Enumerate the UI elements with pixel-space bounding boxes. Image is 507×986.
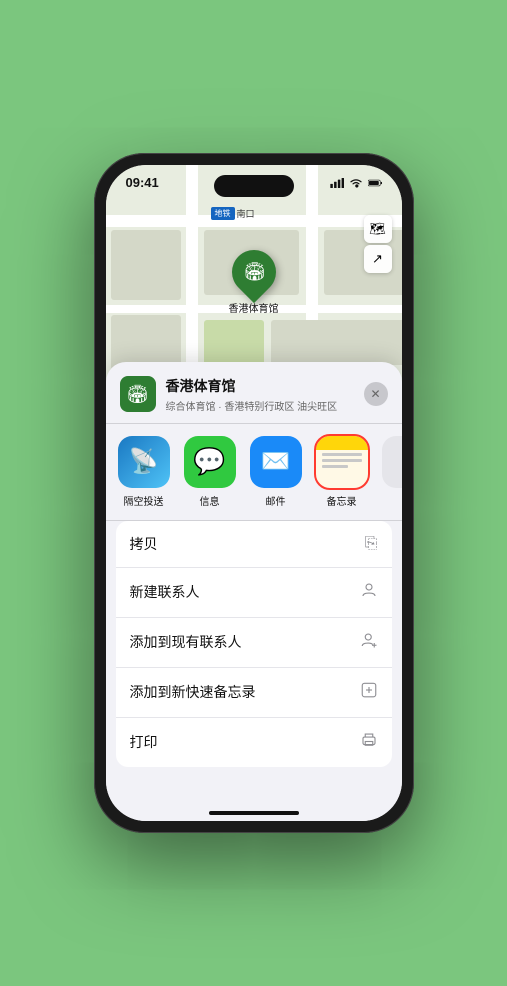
notes-lines bbox=[316, 450, 368, 471]
notes-top-bar bbox=[316, 436, 368, 450]
add-existing-icon bbox=[360, 631, 378, 654]
more-icon-wrap bbox=[382, 436, 402, 488]
mail-icon: ✉️ bbox=[261, 447, 291, 476]
venue-name: 香港体育馆 bbox=[166, 376, 354, 396]
mail-icon-wrap: ✉️ bbox=[250, 436, 302, 488]
action-copy[interactable]: 拷贝 ⎘ bbox=[116, 521, 392, 568]
messages-icon-wrap: 💬 bbox=[184, 436, 236, 488]
map-block-1 bbox=[111, 230, 181, 300]
notes-line-2 bbox=[322, 459, 362, 462]
pin-circle: 🏟 bbox=[222, 241, 284, 303]
print-label: 打印 bbox=[130, 732, 158, 752]
bottom-sheet: 🏟 香港体育馆 综合体育馆 · 香港特别行政区 油尖旺区 ✕ 📡 隔空投送 bbox=[106, 362, 402, 821]
new-contact-label: 新建联系人 bbox=[130, 582, 200, 602]
map-controls: 🗺 ↗ bbox=[364, 215, 392, 273]
home-indicator bbox=[209, 811, 299, 815]
messages-label: 信息 bbox=[200, 493, 220, 508]
notes-label: 备忘录 bbox=[327, 493, 357, 508]
status-icons bbox=[330, 178, 382, 188]
map-block-5 bbox=[271, 320, 402, 365]
venue-subtitle: 综合体育馆 · 香港特别行政区 油尖旺区 bbox=[166, 398, 354, 413]
phone-frame: 09:41 bbox=[94, 153, 414, 833]
notes-icon-wrap bbox=[316, 436, 368, 488]
share-item-notes[interactable]: 备忘录 bbox=[314, 436, 370, 508]
action-add-note[interactable]: 添加到新快速备忘录 bbox=[116, 668, 392, 718]
copy-icon: ⎘ bbox=[365, 535, 378, 553]
location-button[interactable]: ↗ bbox=[364, 245, 392, 273]
sheet-header: 🏟 香港体育馆 综合体育馆 · 香港特别行政区 油尖旺区 ✕ bbox=[106, 362, 402, 423]
airdrop-icon: 📡 bbox=[129, 447, 159, 476]
phone-screen: 09:41 bbox=[106, 165, 402, 821]
messages-icon: 💬 bbox=[193, 446, 225, 477]
action-new-contact[interactable]: 新建联系人 bbox=[116, 568, 392, 618]
mail-label: 邮件 bbox=[266, 493, 286, 508]
notes-line-3 bbox=[322, 465, 348, 468]
stadium-icon: 🏟 bbox=[242, 262, 265, 283]
action-print[interactable]: 打印 bbox=[116, 718, 392, 767]
copy-label: 拷贝 bbox=[130, 534, 158, 554]
close-button[interactable]: ✕ bbox=[364, 382, 388, 406]
map-view-button[interactable]: 🗺 bbox=[364, 215, 392, 243]
subway-label: 地铁 南口 bbox=[211, 207, 255, 220]
signal-icon bbox=[330, 178, 344, 188]
venue-avatar: 🏟 bbox=[120, 376, 156, 412]
action-add-existing[interactable]: 添加到现有联系人 bbox=[116, 618, 392, 668]
subway-exit-text: 南口 bbox=[237, 207, 255, 220]
dynamic-island bbox=[214, 175, 294, 197]
new-contact-icon bbox=[360, 581, 378, 604]
location-pin: 🏟 香港体育馆 bbox=[229, 250, 279, 315]
battery-icon bbox=[368, 178, 382, 188]
share-item-messages[interactable]: 💬 信息 bbox=[182, 436, 238, 508]
venue-info: 香港体育馆 综合体育馆 · 香港特别行政区 油尖旺区 bbox=[166, 376, 354, 413]
wifi-icon bbox=[349, 178, 363, 188]
share-row: 📡 隔空投送 💬 信息 ✉️ 邮件 bbox=[106, 424, 402, 520]
notes-icon-container bbox=[316, 436, 368, 488]
add-note-icon bbox=[360, 681, 378, 704]
airdrop-label: 隔空投送 bbox=[124, 493, 164, 508]
airdrop-icon-wrap: 📡 bbox=[118, 436, 170, 488]
status-time: 09:41 bbox=[126, 175, 159, 190]
notes-line-1 bbox=[322, 453, 362, 456]
share-item-mail[interactable]: ✉️ 邮件 bbox=[248, 436, 304, 508]
share-item-airdrop[interactable]: 📡 隔空投送 bbox=[116, 436, 172, 508]
add-note-label: 添加到新快速备忘录 bbox=[130, 682, 256, 702]
map-green-1 bbox=[204, 320, 264, 365]
print-icon bbox=[360, 731, 378, 754]
add-existing-label: 添加到现有联系人 bbox=[130, 632, 242, 652]
subway-badge: 地铁 bbox=[211, 207, 235, 220]
share-item-more[interactable]: 提 bbox=[380, 436, 402, 508]
action-list: 拷贝 ⎘ 新建联系人 添加到现有联系人 bbox=[116, 521, 392, 767]
